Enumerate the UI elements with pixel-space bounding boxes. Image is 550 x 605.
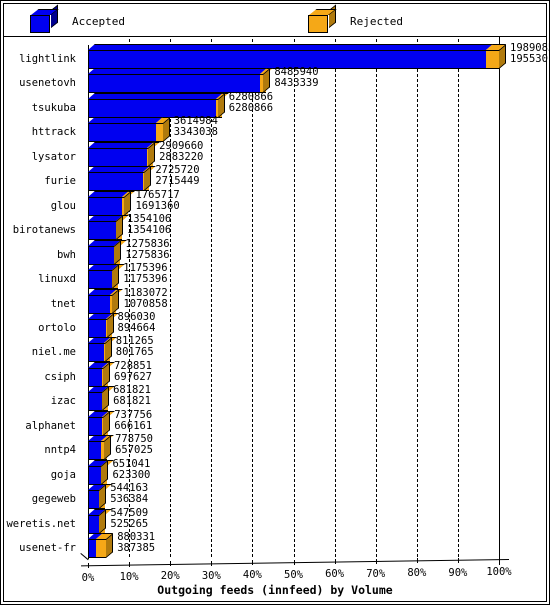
legend-item-rejected: Rejected <box>308 4 403 38</box>
category-label: goja <box>50 468 76 481</box>
category-label: glou <box>50 199 76 212</box>
category-label: weretis.net <box>6 517 76 530</box>
bar-value-rejected: 623300 <box>112 468 151 481</box>
bar-value-accepted: 1183072 <box>123 286 168 299</box>
bar-value-rejected: 1175396 <box>123 273 168 286</box>
category-label: lightlink <box>19 52 76 65</box>
legend-label-accepted: Accepted <box>72 14 125 28</box>
category-label: linuxd <box>38 273 76 286</box>
legend-label-rejected: Rejected <box>350 14 403 28</box>
chart-legend: Accepted Rejected <box>3 3 547 37</box>
bar-value-rejected: 1070858 <box>123 297 168 310</box>
bar-value-rejected: 536384 <box>110 493 149 506</box>
category-label: birotanews <box>12 224 76 237</box>
bar-value-rejected: 894664 <box>117 321 156 334</box>
chart-plot-area: 0% 10% 20% 30% 40% 50% 60% 70% 80% 90% 100% lightl… <box>3 37 550 602</box>
bar-value-rejected: 1275836 <box>125 248 170 261</box>
category-label: usenetovh <box>19 77 76 90</box>
bar-value-rejected: 666161 <box>114 419 153 432</box>
category-label: alphanet <box>25 419 76 432</box>
bar-value-rejected: 3343038 <box>173 126 218 139</box>
category-label: ortolo <box>38 321 76 334</box>
bar-value-rejected: 19553012 <box>510 52 550 65</box>
bar-value-rejected: 6280866 <box>228 101 274 114</box>
category-label: niel.me <box>31 346 76 359</box>
bar-value-rejected: 1691360 <box>135 199 180 212</box>
category-label: izac <box>50 395 76 408</box>
bar-value-accepted: 1275836 <box>125 237 170 250</box>
category-label: tsukuba <box>31 101 76 114</box>
bar-value-rejected: 525265 <box>110 517 149 530</box>
category-label: gegeweb <box>31 493 76 506</box>
category-label: lysator <box>31 150 76 163</box>
bar-value-rejected: 1354106 <box>126 224 172 237</box>
category-label: httrack <box>31 126 76 139</box>
bar-value-rejected: 801765 <box>115 346 154 359</box>
category-label: usenet-fr <box>19 542 76 555</box>
legend-item-accepted: Accepted <box>30 4 125 38</box>
category-label: csiph <box>44 370 76 383</box>
category-labels: lightlink1989085819553012usenetovh848594… <box>4 37 550 601</box>
bar-value-rejected: 2715449 <box>155 175 200 188</box>
category-label: furie <box>44 175 76 188</box>
chart-window: Accepted Rejected 0% 10% 20% 30% 40% 50% 60% 70… <box>0 0 550 605</box>
bar-value-rejected: 697627 <box>114 370 152 383</box>
bar-value-rejected: 387385 <box>117 542 156 555</box>
x-axis-title: Outgoing feeds (innfeed) by Volume <box>157 583 393 597</box>
category-label: tnet <box>50 297 76 310</box>
legend-swatch-accepted-cube-icon <box>30 4 60 33</box>
category-label: bwh <box>57 248 76 261</box>
bar-value-rejected: 8433339 <box>274 77 319 90</box>
legend-swatch-rejected-cube-icon <box>308 4 338 33</box>
bar-value-rejected: 2883220 <box>159 150 204 163</box>
bar-value-rejected: 681821 <box>113 395 152 408</box>
category-label: nntp4 <box>44 444 76 457</box>
bar-value-accepted: 1765717 <box>135 188 180 201</box>
bar-value-accepted: 2909660 <box>159 139 204 152</box>
bar-value-rejected: 657025 <box>115 444 154 457</box>
